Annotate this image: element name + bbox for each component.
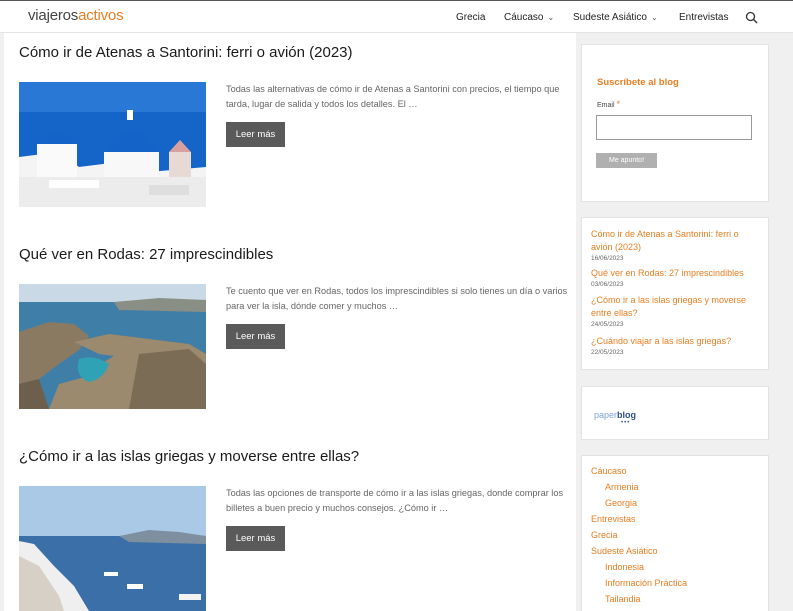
paperblog-logo[interactable]: paperblog ••• [594, 410, 636, 426]
subscribe-button[interactable]: Me apunto! [596, 153, 657, 168]
post-excerpt: Todas las opciones de transporte de cómo… [226, 488, 564, 513]
subscribe-title: Suscríbete al blog [597, 77, 679, 88]
nav-item-sudeste-asiatico[interactable]: Sudeste Asiático ⌄ [573, 12, 658, 23]
recent-post-link[interactable]: Qué ver en Rodas: 27 imprescindibles [591, 267, 756, 280]
post-title[interactable]: ¿Cómo ir a las islas griegas y moverse e… [19, 448, 359, 465]
post-excerpt: Todas las alternativas de cómo ir de Ate… [226, 84, 560, 109]
email-label: Email * [597, 99, 620, 109]
category-link[interactable]: Sudeste Asiático [591, 546, 658, 556]
email-field[interactable] [596, 115, 752, 140]
post-card: Qué ver en Rodas: 27 imprescindibles Te … [4, 235, 576, 435]
chevron-down-icon: ⌄ [547, 13, 555, 22]
read-more-button[interactable]: Leer más [226, 324, 285, 349]
read-more-button[interactable]: Leer más [226, 122, 285, 147]
required-mark: * [616, 99, 620, 109]
post-title[interactable]: Qué ver en Rodas: 27 imprescindibles [19, 246, 273, 263]
read-more-button[interactable]: Leer más [226, 526, 285, 551]
logo-text-1: viajeros [28, 7, 79, 24]
recent-post-link[interactable]: ¿Cómo ir a las islas griegas y moverse e… [591, 294, 756, 320]
category-link[interactable]: Armenia [605, 482, 639, 492]
site-logo[interactable]: viajerosactivos [28, 7, 124, 24]
chevron-down-icon: ⌄ [650, 13, 658, 22]
nav-item-grecia[interactable]: Grecia [456, 12, 485, 23]
recent-post-date: 22/05/2023 [591, 349, 624, 356]
recent-post-date: 03/06/2023 [591, 281, 624, 288]
post-thumbnail-rodas[interactable] [19, 284, 206, 409]
nav-item-caucaso[interactable]: Cáucaso ⌄ [504, 12, 554, 23]
recent-post-date: 24/05/2023 [591, 321, 624, 328]
search-icon[interactable] [745, 11, 758, 24]
post-thumbnail-santorini[interactable] [19, 82, 206, 207]
post-card: Cómo ir de Atenas a Santorini: ferri o a… [4, 33, 576, 233]
site-header: viajerosactivos Grecia Cáucaso ⌄ Sudeste … [0, 0, 793, 33]
category-link[interactable]: Información Práctica [605, 578, 687, 588]
category-link[interactable]: Cáucaso [591, 466, 627, 476]
post-card: ¿Cómo ir a las islas griegas y moverse e… [4, 437, 576, 611]
recent-post-link[interactable]: Cómo ir de Atenas a Santorini: ferri o a… [591, 228, 756, 254]
post-thumbnail-islas-griegas[interactable] [19, 486, 206, 611]
category-link[interactable]: Georgia [605, 498, 637, 508]
subscribe-widget: Suscríbete al blog Email * Me apunto! [581, 44, 769, 202]
categories-widget: Cáucaso Armenia Georgia Entrevistas Grec… [581, 455, 769, 611]
recent-post-date: 16/06/2023 [591, 255, 624, 262]
recent-post-link[interactable]: ¿Cuándo viajar a las islas griegas? [591, 335, 756, 348]
category-link[interactable]: Indonesia [605, 562, 644, 572]
category-link[interactable]: Grecia [591, 530, 618, 540]
category-link[interactable]: Tailandia [605, 594, 641, 604]
post-excerpt: Te cuento que ver en Rodas, todos los im… [226, 286, 568, 311]
logo-text-2: activos [78, 7, 124, 24]
posts-list: Cómo ir de Atenas a Santorini: ferri o a… [4, 33, 576, 611]
recent-posts-widget: Cómo ir de Atenas a Santorini: ferri o a… [581, 217, 769, 370]
paperblog-widget: paperblog ••• [581, 386, 769, 440]
nav-item-entrevistas[interactable]: Entrevistas [679, 12, 728, 23]
category-link[interactable]: Entrevistas [591, 514, 636, 524]
post-title[interactable]: Cómo ir de Atenas a Santorini: ferri o a… [19, 44, 353, 61]
